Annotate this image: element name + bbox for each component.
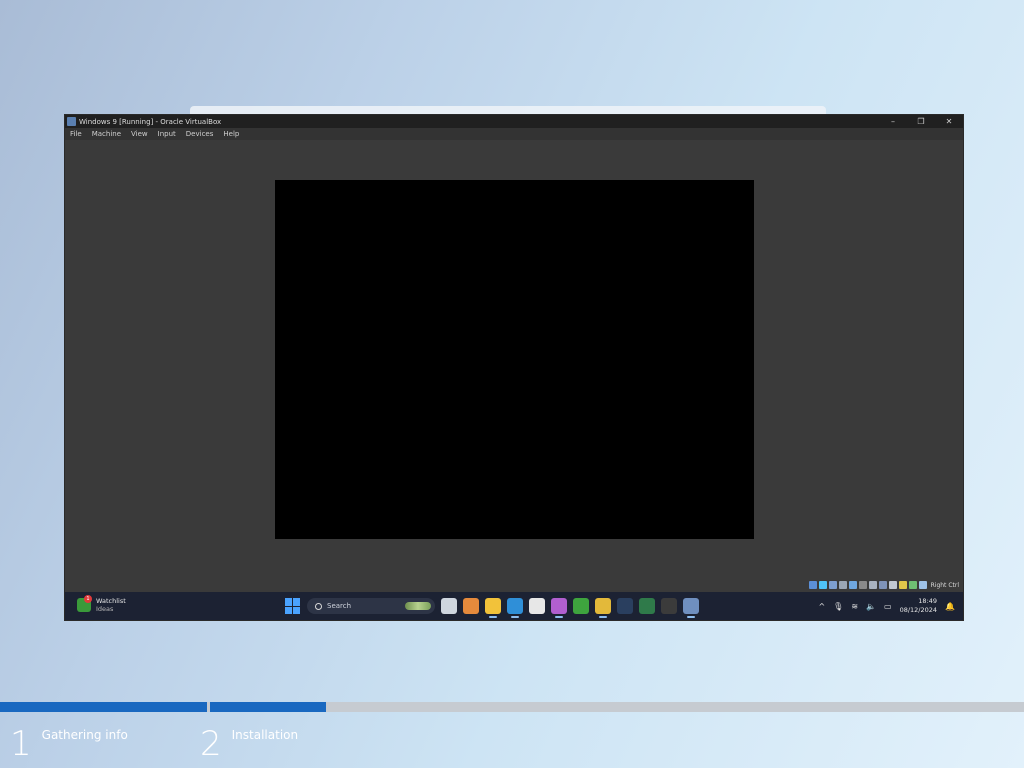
widget-title: Watchlist bbox=[96, 597, 126, 605]
taskbar-center: Search bbox=[285, 596, 699, 618]
vm-status-icon[interactable] bbox=[908, 581, 917, 589]
step-label: Gathering info bbox=[41, 728, 128, 742]
vm-status-icon[interactable] bbox=[868, 581, 877, 589]
clock[interactable]: 18:49 08/12/2024 bbox=[900, 597, 937, 615]
guest-taskbar: 1 Watchlist Ideas Search ^ 🎙 ≋ 🔈 ▭ 18:49… bbox=[65, 592, 963, 620]
search-icon bbox=[315, 602, 322, 610]
search-highlight-image bbox=[405, 602, 431, 610]
vm-status-icon[interactable] bbox=[888, 581, 897, 589]
wifi-icon[interactable]: ≋ bbox=[851, 602, 858, 611]
widgets-button[interactable]: 1 Watchlist Ideas bbox=[77, 595, 126, 613]
chevron-up-icon[interactable]: ^ bbox=[818, 602, 825, 611]
menu-file[interactable]: File bbox=[65, 130, 87, 138]
start-button[interactable] bbox=[285, 598, 301, 614]
virtualbox-window: Windows 9 [Running] - Oracle VirtualBox … bbox=[65, 115, 963, 620]
minimize-button[interactable]: – bbox=[879, 115, 907, 128]
stocks-icon: 1 bbox=[77, 595, 92, 612]
clock-date: 08/12/2024 bbox=[899, 606, 938, 614]
task-view-taskbar-icon[interactable] bbox=[441, 598, 457, 614]
security-taskbar-icon[interactable] bbox=[661, 598, 677, 614]
close-button[interactable]: ✕ bbox=[935, 115, 963, 128]
vm-status-icon[interactable] bbox=[858, 581, 867, 589]
step-label: Installation bbox=[231, 728, 299, 742]
store-taskbar-icon[interactable] bbox=[529, 598, 545, 614]
vm-status-icons: Right Ctrl bbox=[808, 580, 959, 590]
windows-logo-icon bbox=[293, 598, 300, 606]
step-number: 1 bbox=[10, 724, 32, 764]
setup-step-1: 1 Gathering info bbox=[10, 724, 128, 764]
vm-status-icon[interactable] bbox=[808, 581, 817, 589]
widget-text: Watchlist Ideas bbox=[96, 597, 126, 613]
host-key-label: Right Ctrl bbox=[930, 581, 959, 589]
menu-view[interactable]: View bbox=[126, 130, 153, 138]
file-explorer-taskbar-icon[interactable] bbox=[485, 598, 501, 618]
taskbar-search[interactable]: Search bbox=[307, 598, 435, 614]
battery-icon[interactable]: ▭ bbox=[884, 602, 892, 611]
system-tray: ^ 🎙 ≋ 🔈 ▭ 18:49 08/12/2024 🔔 bbox=[818, 596, 955, 616]
clock-time: 18:49 bbox=[918, 597, 938, 605]
notification-badge: 1 bbox=[84, 595, 92, 603]
xbox-taskbar-icon[interactable] bbox=[573, 598, 589, 614]
windows-logo-icon bbox=[293, 606, 300, 614]
notification-bell-icon[interactable]: 🔔 bbox=[945, 602, 955, 611]
virtualbox-app-icon bbox=[67, 117, 76, 126]
volume-icon[interactable]: 🔈 bbox=[866, 602, 876, 611]
setup-step-2: 2 Installation bbox=[200, 724, 298, 764]
step-number: 2 bbox=[200, 724, 222, 764]
photos-taskbar-icon[interactable] bbox=[551, 598, 567, 618]
steam-taskbar-icon[interactable] bbox=[617, 598, 633, 614]
search-placeholder: Search bbox=[327, 602, 352, 610]
window-controls: – ❐ ✕ bbox=[879, 115, 963, 128]
vm-status-icon[interactable] bbox=[878, 581, 887, 589]
menu-devices[interactable]: Devices bbox=[181, 130, 219, 138]
vm-status-icon[interactable] bbox=[818, 581, 827, 589]
chrome-taskbar-icon[interactable] bbox=[595, 598, 611, 618]
guest-display[interactable] bbox=[275, 180, 754, 539]
menu-bar: File Machine View Input Devices Help bbox=[65, 128, 963, 140]
virtualbox-taskbar-icon[interactable] bbox=[683, 598, 699, 618]
menu-input[interactable]: Input bbox=[153, 130, 181, 138]
vm-status-icon[interactable] bbox=[848, 581, 857, 589]
widget-subtitle: Ideas bbox=[96, 605, 114, 613]
menu-help[interactable]: Help bbox=[218, 130, 244, 138]
progress-step-1-fill bbox=[0, 702, 207, 712]
vm-status-icon[interactable] bbox=[918, 581, 927, 589]
windows-logo-icon bbox=[285, 606, 292, 614]
progress-step-2-fill bbox=[210, 702, 326, 712]
window-title: Windows 9 [Running] - Oracle VirtualBox bbox=[79, 117, 222, 126]
setup-progress-bar bbox=[0, 702, 1024, 712]
windows-logo-icon bbox=[285, 598, 292, 606]
title-bar[interactable]: Windows 9 [Running] - Oracle VirtualBox … bbox=[65, 115, 963, 128]
vm-status-icon[interactable] bbox=[898, 581, 907, 589]
vivaldi-taskbar-icon[interactable] bbox=[639, 598, 655, 614]
edge-taskbar-icon[interactable] bbox=[507, 598, 523, 618]
vm-status-icon[interactable] bbox=[838, 581, 847, 589]
microphone-icon[interactable]: 🎙 bbox=[833, 602, 843, 611]
menu-machine[interactable]: Machine bbox=[87, 130, 126, 138]
restore-button[interactable]: ❐ bbox=[907, 115, 935, 128]
vm-status-icon[interactable] bbox=[828, 581, 837, 589]
copilot-taskbar-icon[interactable] bbox=[463, 598, 479, 614]
